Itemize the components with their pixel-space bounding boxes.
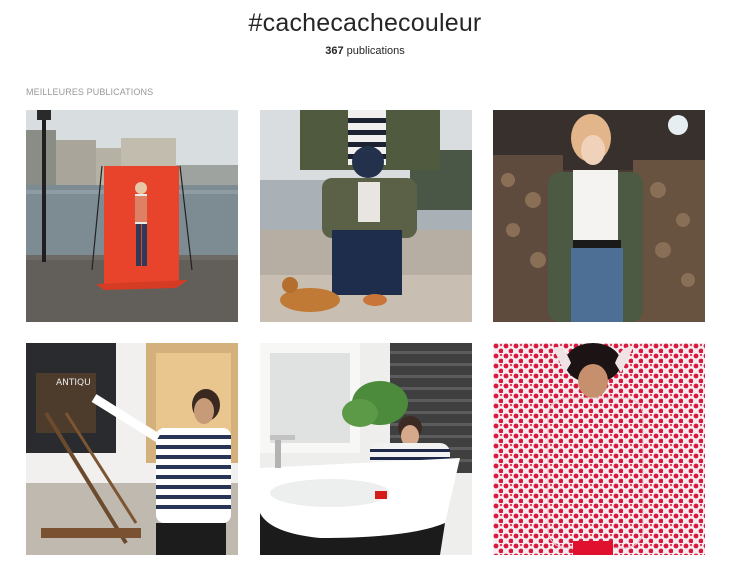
post-thumbnail-2[interactable] [260, 110, 472, 322]
hashtag-header: #cachecachecouleur 367 publications [0, 6, 730, 57]
shop-sign-text: ANTIQU [56, 378, 91, 388]
hashtag-title: #cachecachecouleur [248, 9, 482, 37]
post-thumbnail-1[interactable] [26, 110, 238, 322]
top-posts-label: MEILLEURES PUBLICATIONS [26, 87, 154, 97]
post-thumbnail-4[interactable]: ANTIQU [26, 343, 238, 555]
post-count-number: 367 [325, 45, 344, 57]
post-image-5 [260, 343, 472, 555]
post-image-2 [260, 110, 472, 322]
post-image-1 [26, 110, 238, 322]
post-count-label: publications [346, 45, 405, 57]
post-thumbnail-5[interactable] [260, 343, 472, 555]
post-thumbnail-3[interactable] [493, 110, 705, 322]
post-image-3 [493, 110, 705, 322]
post-count: 367 publications [0, 45, 730, 57]
post-image-6 [493, 343, 705, 555]
post-image-4: ANTIQU [26, 343, 238, 555]
post-thumbnail-6[interactable] [493, 343, 705, 555]
